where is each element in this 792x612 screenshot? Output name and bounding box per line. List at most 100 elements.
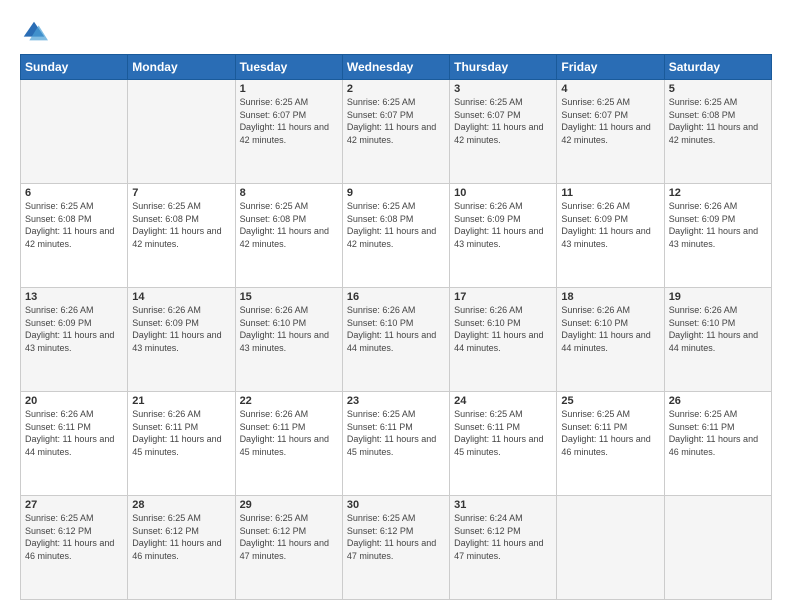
day-number: 10	[454, 187, 552, 199]
day-info: Sunrise: 6:25 AM Sunset: 6:07 PM Dayligh…	[561, 96, 659, 146]
calendar-week-row: 6Sunrise: 6:25 AM Sunset: 6:08 PM Daylig…	[21, 184, 772, 288]
calendar-day-header: Wednesday	[342, 55, 449, 80]
day-info: Sunrise: 6:26 AM Sunset: 6:09 PM Dayligh…	[132, 304, 230, 354]
calendar-day-header: Sunday	[21, 55, 128, 80]
day-info: Sunrise: 6:26 AM Sunset: 6:11 PM Dayligh…	[25, 408, 123, 458]
logo-icon	[20, 18, 48, 46]
calendar-cell: 8Sunrise: 6:25 AM Sunset: 6:08 PM Daylig…	[235, 184, 342, 288]
day-number: 28	[132, 499, 230, 511]
day-info: Sunrise: 6:25 AM Sunset: 6:12 PM Dayligh…	[347, 512, 445, 562]
day-info: Sunrise: 6:25 AM Sunset: 6:07 PM Dayligh…	[240, 96, 338, 146]
calendar-cell: 4Sunrise: 6:25 AM Sunset: 6:07 PM Daylig…	[557, 80, 664, 184]
calendar-cell: 18Sunrise: 6:26 AM Sunset: 6:10 PM Dayli…	[557, 288, 664, 392]
day-number: 14	[132, 291, 230, 303]
day-info: Sunrise: 6:25 AM Sunset: 6:08 PM Dayligh…	[240, 200, 338, 250]
day-info: Sunrise: 6:26 AM Sunset: 6:10 PM Dayligh…	[347, 304, 445, 354]
day-number: 30	[347, 499, 445, 511]
calendar-day-header: Friday	[557, 55, 664, 80]
calendar-week-row: 27Sunrise: 6:25 AM Sunset: 6:12 PM Dayli…	[21, 496, 772, 600]
day-number: 22	[240, 395, 338, 407]
calendar-cell: 15Sunrise: 6:26 AM Sunset: 6:10 PM Dayli…	[235, 288, 342, 392]
day-number: 25	[561, 395, 659, 407]
header	[20, 18, 772, 46]
day-number: 31	[454, 499, 552, 511]
day-info: Sunrise: 6:25 AM Sunset: 6:11 PM Dayligh…	[347, 408, 445, 458]
day-number: 21	[132, 395, 230, 407]
day-info: Sunrise: 6:25 AM Sunset: 6:08 PM Dayligh…	[347, 200, 445, 250]
day-number: 2	[347, 83, 445, 95]
calendar-cell: 6Sunrise: 6:25 AM Sunset: 6:08 PM Daylig…	[21, 184, 128, 288]
day-info: Sunrise: 6:26 AM Sunset: 6:11 PM Dayligh…	[132, 408, 230, 458]
calendar-table: SundayMondayTuesdayWednesdayThursdayFrid…	[20, 54, 772, 600]
page: SundayMondayTuesdayWednesdayThursdayFrid…	[0, 0, 792, 612]
day-number: 16	[347, 291, 445, 303]
day-number: 18	[561, 291, 659, 303]
calendar-day-header: Monday	[128, 55, 235, 80]
day-info: Sunrise: 6:26 AM Sunset: 6:09 PM Dayligh…	[454, 200, 552, 250]
calendar-cell: 28Sunrise: 6:25 AM Sunset: 6:12 PM Dayli…	[128, 496, 235, 600]
calendar-cell: 25Sunrise: 6:25 AM Sunset: 6:11 PM Dayli…	[557, 392, 664, 496]
day-number: 29	[240, 499, 338, 511]
day-number: 19	[669, 291, 767, 303]
day-number: 12	[669, 187, 767, 199]
day-info: Sunrise: 6:26 AM Sunset: 6:10 PM Dayligh…	[561, 304, 659, 354]
day-number: 17	[454, 291, 552, 303]
day-info: Sunrise: 6:25 AM Sunset: 6:08 PM Dayligh…	[25, 200, 123, 250]
day-info: Sunrise: 6:26 AM Sunset: 6:09 PM Dayligh…	[25, 304, 123, 354]
calendar-cell: 1Sunrise: 6:25 AM Sunset: 6:07 PM Daylig…	[235, 80, 342, 184]
day-number: 7	[132, 187, 230, 199]
day-number: 26	[669, 395, 767, 407]
day-number: 6	[25, 187, 123, 199]
day-number: 27	[25, 499, 123, 511]
calendar-cell: 30Sunrise: 6:25 AM Sunset: 6:12 PM Dayli…	[342, 496, 449, 600]
day-info: Sunrise: 6:25 AM Sunset: 6:11 PM Dayligh…	[454, 408, 552, 458]
calendar-cell: 14Sunrise: 6:26 AM Sunset: 6:09 PM Dayli…	[128, 288, 235, 392]
calendar-cell: 26Sunrise: 6:25 AM Sunset: 6:11 PM Dayli…	[664, 392, 771, 496]
day-number: 24	[454, 395, 552, 407]
calendar-cell	[557, 496, 664, 600]
calendar-cell: 21Sunrise: 6:26 AM Sunset: 6:11 PM Dayli…	[128, 392, 235, 496]
calendar-cell: 20Sunrise: 6:26 AM Sunset: 6:11 PM Dayli…	[21, 392, 128, 496]
calendar-week-row: 1Sunrise: 6:25 AM Sunset: 6:07 PM Daylig…	[21, 80, 772, 184]
calendar-cell	[664, 496, 771, 600]
calendar-cell: 12Sunrise: 6:26 AM Sunset: 6:09 PM Dayli…	[664, 184, 771, 288]
calendar-cell: 10Sunrise: 6:26 AM Sunset: 6:09 PM Dayli…	[450, 184, 557, 288]
day-info: Sunrise: 6:25 AM Sunset: 6:08 PM Dayligh…	[669, 96, 767, 146]
calendar-cell: 22Sunrise: 6:26 AM Sunset: 6:11 PM Dayli…	[235, 392, 342, 496]
calendar-cell: 2Sunrise: 6:25 AM Sunset: 6:07 PM Daylig…	[342, 80, 449, 184]
day-number: 9	[347, 187, 445, 199]
calendar-cell: 16Sunrise: 6:26 AM Sunset: 6:10 PM Dayli…	[342, 288, 449, 392]
day-info: Sunrise: 6:25 AM Sunset: 6:08 PM Dayligh…	[132, 200, 230, 250]
calendar-cell	[128, 80, 235, 184]
day-info: Sunrise: 6:26 AM Sunset: 6:09 PM Dayligh…	[561, 200, 659, 250]
day-number: 5	[669, 83, 767, 95]
day-number: 11	[561, 187, 659, 199]
calendar-cell: 24Sunrise: 6:25 AM Sunset: 6:11 PM Dayli…	[450, 392, 557, 496]
day-number: 15	[240, 291, 338, 303]
calendar-week-row: 20Sunrise: 6:26 AM Sunset: 6:11 PM Dayli…	[21, 392, 772, 496]
day-info: Sunrise: 6:25 AM Sunset: 6:11 PM Dayligh…	[669, 408, 767, 458]
logo	[20, 18, 52, 46]
day-info: Sunrise: 6:25 AM Sunset: 6:12 PM Dayligh…	[25, 512, 123, 562]
calendar-cell: 31Sunrise: 6:24 AM Sunset: 6:12 PM Dayli…	[450, 496, 557, 600]
calendar-cell: 7Sunrise: 6:25 AM Sunset: 6:08 PM Daylig…	[128, 184, 235, 288]
day-info: Sunrise: 6:25 AM Sunset: 6:11 PM Dayligh…	[561, 408, 659, 458]
calendar-cell: 9Sunrise: 6:25 AM Sunset: 6:08 PM Daylig…	[342, 184, 449, 288]
calendar-day-header: Tuesday	[235, 55, 342, 80]
day-info: Sunrise: 6:26 AM Sunset: 6:10 PM Dayligh…	[240, 304, 338, 354]
calendar-cell	[21, 80, 128, 184]
calendar-cell: 5Sunrise: 6:25 AM Sunset: 6:08 PM Daylig…	[664, 80, 771, 184]
day-info: Sunrise: 6:26 AM Sunset: 6:10 PM Dayligh…	[669, 304, 767, 354]
calendar-cell: 23Sunrise: 6:25 AM Sunset: 6:11 PM Dayli…	[342, 392, 449, 496]
day-number: 13	[25, 291, 123, 303]
day-number: 20	[25, 395, 123, 407]
day-info: Sunrise: 6:25 AM Sunset: 6:07 PM Dayligh…	[347, 96, 445, 146]
day-info: Sunrise: 6:25 AM Sunset: 6:12 PM Dayligh…	[132, 512, 230, 562]
day-number: 8	[240, 187, 338, 199]
calendar-day-header: Thursday	[450, 55, 557, 80]
calendar-cell: 19Sunrise: 6:26 AM Sunset: 6:10 PM Dayli…	[664, 288, 771, 392]
day-info: Sunrise: 6:26 AM Sunset: 6:09 PM Dayligh…	[669, 200, 767, 250]
day-info: Sunrise: 6:24 AM Sunset: 6:12 PM Dayligh…	[454, 512, 552, 562]
day-number: 4	[561, 83, 659, 95]
day-info: Sunrise: 6:25 AM Sunset: 6:07 PM Dayligh…	[454, 96, 552, 146]
